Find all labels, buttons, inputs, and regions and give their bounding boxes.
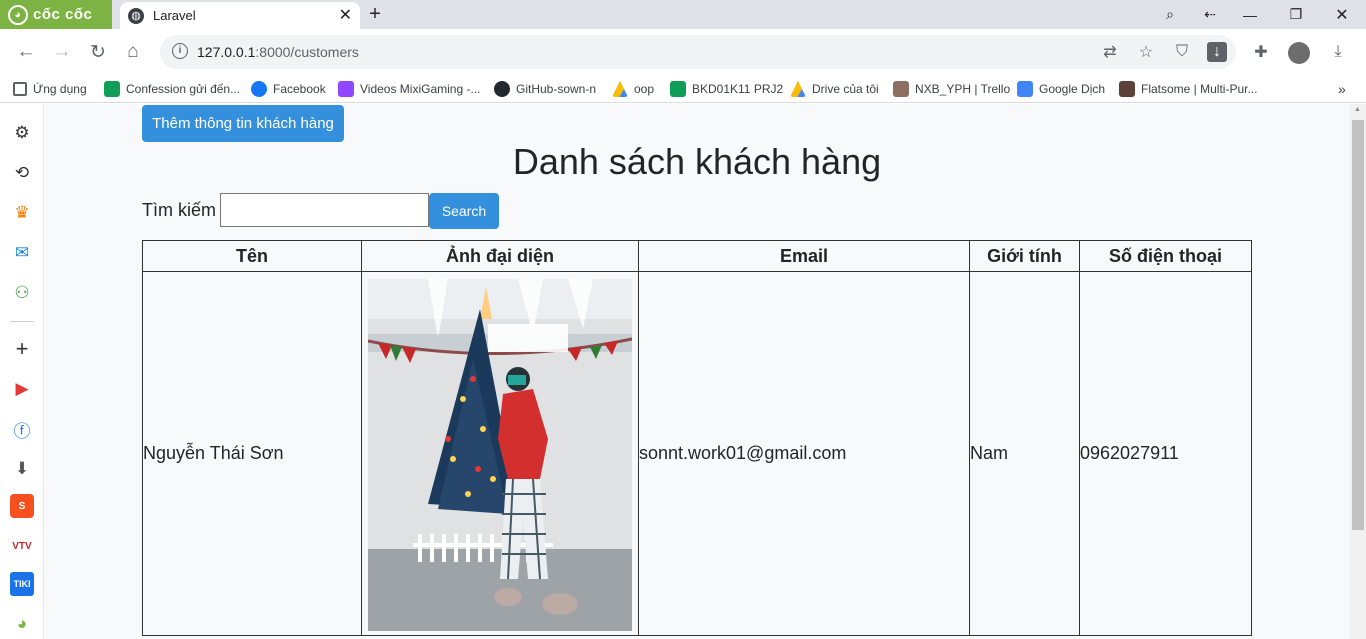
cell-avatar	[361, 271, 639, 636]
column-header-email: Email	[638, 240, 970, 272]
drive-icon	[790, 81, 806, 97]
downloads-icon[interactable]: ⤓	[1328, 42, 1348, 62]
coccoc-menu-button[interactable]: ◕ cốc cốc	[0, 0, 112, 29]
coccoc-extension-icon[interactable]: ◕	[10, 612, 34, 636]
site-info-icon[interactable]: i	[172, 43, 188, 59]
bookmark-item-confession[interactable]: Confession gửi đến...	[104, 79, 240, 99]
coccoc-logo-icon: ◕	[8, 4, 28, 25]
vtv-go-icon[interactable]: VTV	[10, 534, 34, 558]
column-header-name: Tên	[142, 240, 362, 272]
bookmark-star-icon[interactable]: ☆	[1136, 42, 1156, 62]
sheets-icon	[104, 81, 120, 97]
bookmarks-bar: Ứng dụng Confession gửi đến... Facebook …	[0, 75, 1366, 103]
bookmark-item-oop[interactable]: oop	[612, 79, 654, 99]
bookmark-item-trello[interactable]: NXB_YPH | Trello	[893, 79, 1010, 99]
restore-button[interactable]: ❐	[1276, 0, 1316, 29]
home-button[interactable]: ⌂	[118, 37, 148, 67]
gamepad-icon[interactable]: ⚇	[10, 281, 34, 305]
tab-title: Laravel	[153, 8, 196, 23]
table-row: Nguyễn Thái Sơn sonnt.work01@gmail.com N…	[142, 271, 1252, 636]
bookmark-item-apps[interactable]: Ứng dụng	[13, 79, 87, 99]
trello-icon	[893, 81, 909, 97]
add-shortcut-icon[interactable]: +	[10, 336, 34, 361]
drive-icon	[612, 81, 628, 97]
cell-gender: Nam	[969, 271, 1080, 636]
search-button[interactable]: Search	[429, 193, 499, 229]
bookmarks-overflow-icon[interactable]: »	[1338, 79, 1346, 99]
extensions-icon[interactable]: ✚	[1251, 42, 1271, 62]
page-content: Thêm thông tin khách hàng Danh sách khác…	[44, 104, 1350, 639]
cell-phone: 0962027911	[1079, 271, 1252, 636]
shield-icon[interactable]: ⛉	[1172, 42, 1192, 62]
customer-avatar-image	[368, 279, 632, 631]
settings-icon[interactable]: ⚙	[10, 121, 34, 145]
history-icon[interactable]: ⟲	[10, 161, 34, 185]
bookmark-item-mixigaming[interactable]: Videos MixiGaming -...	[338, 79, 481, 99]
profile-avatar-icon[interactable]	[1288, 42, 1310, 64]
apps-grid-icon	[13, 82, 27, 96]
twitch-icon	[338, 81, 354, 97]
column-header-gender: Giới tính	[969, 240, 1080, 272]
sidebar-divider	[10, 321, 34, 322]
tab-close-button[interactable]: ✕	[339, 7, 352, 24]
facebook-icon	[251, 81, 267, 97]
download-icon[interactable]: ⬇	[10, 457, 34, 481]
search-label: Tìm kiếm	[142, 200, 216, 220]
cell-email: sonnt.work01@gmail.com	[638, 271, 970, 636]
shopee-icon[interactable]: S	[10, 494, 34, 518]
bookmark-item-facebook[interactable]: Facebook	[251, 79, 326, 99]
bookmark-item-github[interactable]: GitHub-sown-n	[494, 79, 596, 99]
facebook-icon[interactable]: ⓕ	[10, 417, 34, 441]
forward-button[interactable]: →	[47, 37, 77, 67]
globe-icon: ◍	[128, 7, 144, 24]
github-icon	[494, 81, 510, 97]
sheets-icon	[670, 81, 686, 97]
reload-button[interactable]: ↻	[83, 37, 113, 67]
column-header-phone: Số điện thoại	[1079, 240, 1252, 272]
bookmark-item-google-dich[interactable]: Google Dịch	[1017, 79, 1105, 99]
table-header-row: Tên Ảnh đại diện Email Giới tính Số điện…	[142, 240, 1252, 272]
add-customer-button[interactable]: Thêm thông tin khách hàng	[142, 105, 344, 142]
brand-label: cốc cốc	[33, 6, 93, 23]
cell-name: Nguyễn Thái Sơn	[142, 271, 362, 636]
bookmark-item-bkd01k11[interactable]: BKD01K11 PRJ2	[670, 79, 783, 99]
bookmark-item-flatsome[interactable]: Flatsome | Multi-Pur...	[1119, 79, 1257, 99]
translate-icon	[1017, 81, 1033, 97]
crown-icon[interactable]: ♛	[10, 201, 34, 225]
messenger-icon[interactable]: ✉	[10, 241, 34, 265]
page-title: Danh sách khách hàng	[512, 141, 882, 182]
minimize-button[interactable]: —	[1230, 0, 1270, 29]
search-tabs-icon[interactable]: ⌕	[1150, 0, 1190, 29]
close-window-button[interactable]: ✕	[1322, 0, 1362, 29]
bookmark-item-drive[interactable]: Drive của tôi	[790, 79, 879, 99]
column-header-avatar: Ảnh đại diện	[361, 240, 639, 272]
scrollbar-thumb[interactable]	[1352, 120, 1364, 530]
search-input[interactable]	[220, 193, 429, 227]
url-text[interactable]: 127.0.0.1:8000/customers	[197, 44, 359, 60]
youtube-icon[interactable]: ▶	[10, 377, 34, 401]
back-tab-icon[interactable]: ⇠	[1190, 0, 1230, 29]
back-button[interactable]: ←	[11, 37, 41, 67]
translate-page-icon[interactable]: ⇄	[1100, 42, 1120, 62]
new-tab-button[interactable]: +	[366, 4, 384, 24]
customers-table: Tên Ảnh đại diện Email Giới tính Số điện…	[142, 240, 1252, 636]
side-panel: ⚙ ⟲ ♛ ✉ ⚇ + ▶ ⓕ ⬇ S VTV TIKI ◕	[0, 104, 44, 639]
scroll-up-arrow-icon[interactable]: ▲	[1354, 106, 1361, 113]
tab-laravel[interactable]: ◍ Laravel ✕	[120, 2, 360, 29]
download-media-icon[interactable]: ↓	[1207, 42, 1227, 62]
tiki-icon[interactable]: TIKI	[10, 572, 34, 596]
flatsome-icon	[1119, 81, 1135, 97]
